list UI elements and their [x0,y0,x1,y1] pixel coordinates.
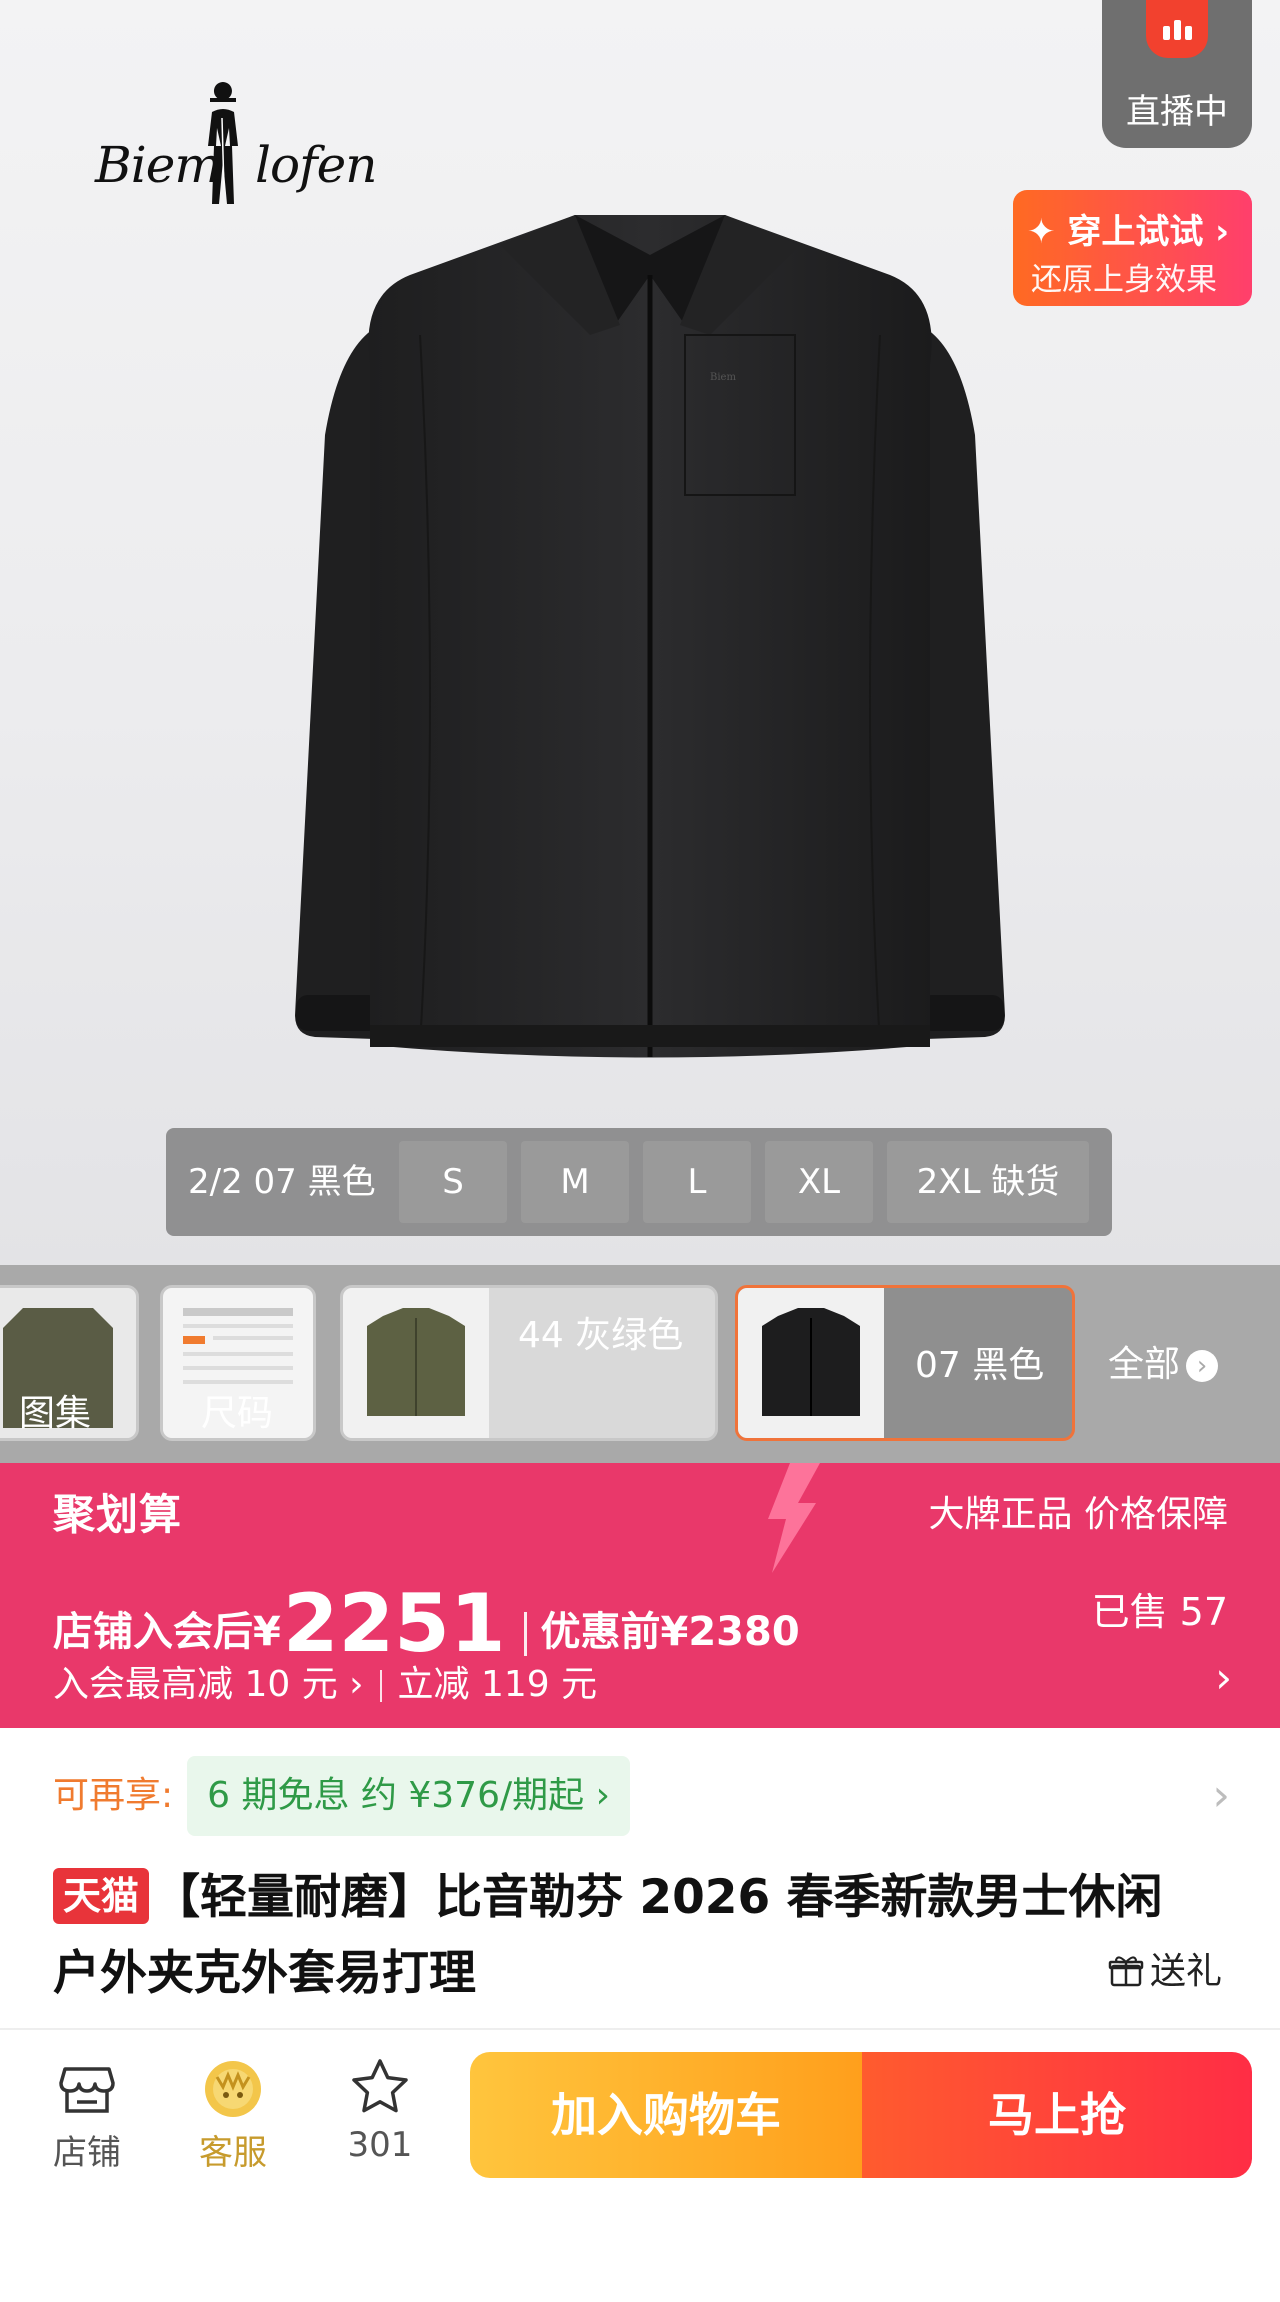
chevron-right-circle-icon: › [1186,1350,1219,1382]
juhuasuan-price-banner[interactable]: 聚划算 大牌正品 价格保障 店铺入会后¥2251 优惠前¥2380 已售 57 入… [0,1463,1280,1728]
sold-count: 已售 57 [1091,1590,1228,1634]
live-icon [1146,0,1208,58]
installment-label: 可再享: [53,1775,174,1816]
size-chip-xl[interactable]: XL [765,1141,873,1223]
brand-logo: Biem lofen [95,78,377,213]
product-image-gallery[interactable]: Biem lofen 直播中 ✦ 穿上试试 › 还原上身效果 Biem 2/2 … [0,0,1280,1265]
chevron-right-icon[interactable]: › [1212,1770,1230,1821]
thumb-color-black-selected[interactable]: 07 黑色 [735,1285,1075,1441]
thumb-color-olive[interactable]: 44 灰绿色 [340,1285,718,1441]
favorite-count: 301 [347,2125,413,2165]
lightning-icon [768,1463,820,1573]
size-selector-bar: 2/2 07 黑色 S M L XL 2XL 缺货 [166,1128,1112,1236]
installment-row[interactable]: 可再享: 6 期免息 约 ¥376/期起 › [53,1755,630,1837]
instant-discount: 立减 119 元 [397,1664,598,1705]
size-chip-2xl[interactable]: 2XL 缺货 [887,1141,1089,1223]
price-row: 店铺入会后¥2251 优惠前¥2380 [53,1571,800,1670]
size-chip-s[interactable]: S [399,1141,507,1223]
thumb-gallery[interactable]: 图集 [0,1285,139,1441]
nav-store[interactable]: 店铺 [32,2055,142,2174]
product-title-text: 【轻量耐磨】比音勒芬 2026 春季新款男士休闲户外夹克外套易打理 [53,1870,1163,2001]
view-all-label: 全部 [1108,1344,1181,1385]
thumb-color-black-label: 07 黑色 [915,1345,1045,1386]
tmall-badge: 天猫 [53,1868,150,1924]
live-label: 直播中 [1126,92,1228,132]
nav-favorite[interactable]: 301 [325,2055,435,2165]
sku-thumbnail-strip[interactable]: 图集 尺码 44 灰绿色 07 黑色 全部 › [0,1265,1280,1463]
brand-text-right: lofen [255,136,377,194]
nav-customer-service-label: 客服 [199,2133,267,2173]
product-jacket-image: Biem [295,215,1005,1058]
customer-service-icon [205,2061,261,2117]
view-all-button[interactable]: 全部 › [1108,1335,1219,1387]
guarantee-text: 大牌正品 价格保障 [928,1494,1228,1535]
member-price-prefix: 店铺入会后¥ [53,1609,281,1655]
nav-store-label: 店铺 [53,2133,121,2173]
original-price: 优惠前¥2380 [540,1609,800,1655]
discount-row[interactable]: 入会最高减 10 元 › 立减 119 元 [53,1655,597,1707]
gift-button[interactable]: 送礼 [1108,1942,1222,1994]
try-on-button[interactable]: ✦ 穿上试试 › 还原上身效果 [1013,190,1252,306]
gift-icon [1108,1956,1144,1987]
gift-label: 送礼 [1149,1951,1222,1992]
thumb-size-chart-label: 尺码 [201,1393,274,1434]
member-discount[interactable]: 入会最高减 10 元 › [53,1664,364,1705]
product-title: 天猫 【轻量耐磨】比音勒芬 2026 春季新款男士休闲户外夹克外套易打理 [53,1860,1203,2012]
thumb-size-chart[interactable]: 尺码 [160,1285,316,1441]
installment-offer[interactable]: 6 期免息 约 ¥376/期起 › [187,1756,630,1836]
chevron-right-icon[interactable]: › [1215,1653,1232,1702]
divider [0,2028,1280,2030]
try-on-title: ✦ 穿上试试 › [1027,212,1230,252]
add-to-cart-button[interactable]: 加入购物车 [470,2052,862,2178]
brand-text-left: Biem [95,136,222,194]
size-chip-l[interactable]: L [643,1141,751,1223]
svg-text:Biem: Biem [710,372,736,383]
store-icon [59,2067,115,2113]
thumb-gallery-label: 图集 [19,1393,92,1434]
size-chip-m[interactable]: M [521,1141,629,1223]
buy-now-button[interactable]: 马上抢 [862,2052,1252,2178]
image-index-color-label: 2/2 07 黑色 [188,1162,376,1202]
try-on-subtitle: 还原上身效果 [1031,262,1217,298]
live-stream-button[interactable]: 直播中 [1102,0,1252,148]
thumb-color-olive-label: 44 灰绿色 [518,1315,684,1356]
campaign-label: 聚划算 [53,1490,183,1539]
nav-customer-service[interactable]: 客服 [178,2055,288,2174]
star-icon [352,2059,408,2113]
